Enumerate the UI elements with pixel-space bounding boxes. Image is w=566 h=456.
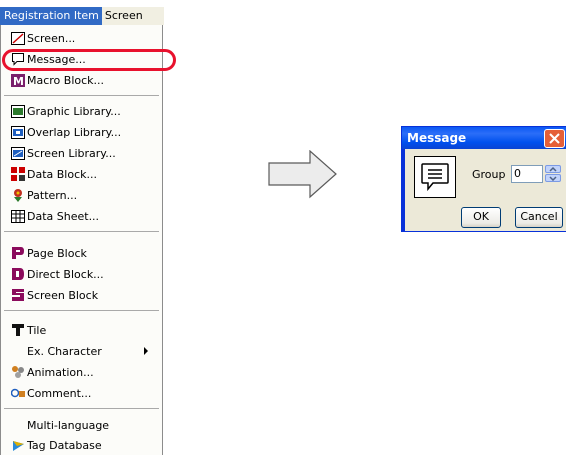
menu-item-label: Screen...	[27, 31, 76, 45]
spin-down-button[interactable]	[545, 174, 561, 182]
direct-block-icon	[11, 267, 25, 281]
cancel-button[interactable]: Cancel	[515, 207, 563, 228]
overlap-library-icon	[11, 125, 25, 139]
menu-separator	[4, 95, 159, 96]
menu-item-label: Screen Block	[27, 288, 99, 302]
group-spinner[interactable]	[545, 165, 561, 183]
message-icon	[421, 163, 449, 192]
menu-item-screen[interactable]: Screen...	[1, 28, 162, 48]
data-block-icon	[11, 167, 25, 181]
screen-icon	[11, 31, 25, 45]
menu-item-label: Direct Block...	[27, 267, 104, 281]
menu-item-label: Screen Library...	[27, 146, 116, 160]
menu-item-page-block[interactable]: Page Block	[1, 243, 162, 263]
dialog-title: Message	[407, 131, 467, 145]
screen-library-icon	[11, 146, 25, 160]
macro-block-icon: M	[11, 73, 25, 87]
registration-item-dropdown: Screen... Message... M Macro Block... Gr…	[0, 25, 163, 455]
menu-item-label: Pattern...	[27, 188, 78, 202]
menu-item-graphic-library[interactable]: Graphic Library...	[1, 101, 162, 121]
screen-block-icon	[11, 288, 25, 302]
menu-item-label: Page Block	[27, 246, 87, 260]
ok-button[interactable]: OK	[461, 207, 501, 228]
menu-registration-item[interactable]: Registration Item	[0, 7, 102, 25]
svg-text:M: M	[13, 75, 24, 87]
message-dialog: Message Group 0 OK Cancel	[401, 126, 566, 232]
menu-item-multi-language[interactable]: Multi-language	[1, 415, 162, 435]
menu-item-label: Multi-language	[27, 418, 110, 432]
chevron-down-icon	[549, 176, 557, 181]
menu-separator	[4, 310, 159, 311]
menu-item-comment[interactable]: Comment...	[1, 383, 162, 403]
menu-item-screen-block[interactable]: Screen Block	[1, 285, 162, 305]
menu-item-tile[interactable]: Tile	[1, 320, 162, 340]
menu-item-ex-character[interactable]: Ex. Character	[1, 341, 162, 361]
menu-item-direct-block[interactable]: Direct Block...	[1, 264, 162, 284]
tag-database-icon	[11, 438, 25, 452]
menu-item-pattern[interactable]: Pattern...	[1, 185, 162, 205]
graphic-library-icon	[11, 104, 25, 118]
menu-item-label: Tag Database	[27, 438, 102, 452]
menu-item-tag-database[interactable]: Tag Database	[1, 435, 162, 455]
close-icon	[549, 133, 560, 144]
menu-item-label: Ex. Character	[27, 344, 102, 358]
menu-item-animation[interactable]: Animation...	[1, 362, 162, 382]
menu-item-label: Animation...	[27, 365, 94, 379]
menu-item-label: Graphic Library...	[27, 104, 121, 118]
group-label: Group	[472, 168, 506, 181]
menu-item-label: Comment...	[27, 386, 92, 400]
page-block-icon	[11, 246, 25, 260]
dialog-title-bar: Message	[402, 127, 566, 149]
right-arrow-icon	[268, 150, 337, 199]
tile-icon	[11, 323, 25, 337]
spin-up-button[interactable]	[545, 165, 561, 173]
highlight-ring	[2, 49, 176, 71]
menu-item-data-sheet[interactable]: Data Sheet...	[1, 206, 162, 226]
menu-item-data-block[interactable]: Data Block...	[1, 164, 162, 184]
comment-icon	[11, 386, 25, 400]
dialog-body: Group 0 OK Cancel	[402, 149, 566, 231]
menu-item-label: Data Block...	[27, 167, 98, 181]
close-button[interactable]	[544, 129, 565, 148]
animation-icon	[11, 365, 25, 379]
menu-separator	[4, 408, 159, 409]
menu-screen[interactable]: Screen	[101, 7, 164, 25]
menu-item-label: Data Sheet...	[27, 209, 100, 223]
menu-item-label: Tile	[27, 323, 47, 337]
data-sheet-icon	[11, 209, 25, 223]
menu-item-label: Overlap Library...	[27, 125, 122, 139]
group-input[interactable]: 0	[511, 165, 543, 183]
chevron-up-icon	[549, 166, 557, 172]
menubar: Registration Item Screen	[0, 7, 164, 25]
menu-separator	[4, 231, 159, 232]
pattern-icon	[11, 188, 25, 202]
menu-item-overlap-library[interactable]: Overlap Library...	[1, 122, 162, 142]
menu-item-macro-block[interactable]: M Macro Block...	[1, 70, 162, 90]
message-preview-box	[414, 156, 456, 198]
menu-item-screen-library[interactable]: Screen Library...	[1, 143, 162, 163]
menu-item-label: Macro Block...	[27, 73, 105, 87]
submenu-arrow-icon	[144, 347, 148, 355]
